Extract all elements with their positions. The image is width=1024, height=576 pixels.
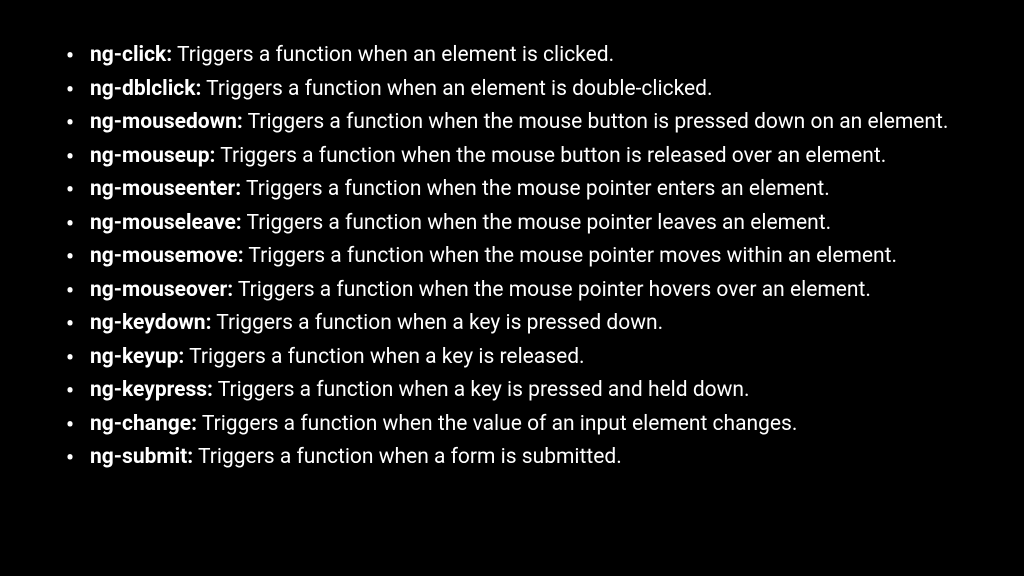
directive-description: Triggers a function when the mouse point… (241, 177, 830, 201)
list-item: ng-mouseover: Triggers a function when t… (60, 275, 974, 307)
directive-term: ng-mousedown: (90, 110, 243, 134)
list-item: ng-mouseleave: Triggers a function when … (60, 208, 974, 240)
list-item: ng-click: Triggers a function when an el… (60, 40, 974, 72)
directive-term: ng-dblclick: (90, 77, 201, 101)
directive-description: Triggers a function when a key is releas… (184, 345, 584, 369)
directive-term: ng-mouseenter: (90, 177, 241, 201)
directive-description: Triggers a function when the mouse point… (233, 278, 871, 302)
directive-description: Triggers a function when a key is presse… (213, 378, 750, 402)
directive-term: ng-keyup: (90, 345, 184, 369)
list-item: ng-mouseenter: Triggers a function when … (60, 174, 974, 206)
directive-term: ng-click: (90, 43, 172, 67)
directive-term: ng-submit: (90, 445, 193, 469)
directive-description: Triggers a function when the mouse point… (244, 244, 897, 268)
directive-list: ng-click: Triggers a function when an el… (60, 40, 974, 474)
list-item: ng-mousemove: Triggers a function when t… (60, 241, 974, 273)
list-item: ng-keyup: Triggers a function when a key… (60, 342, 974, 374)
directive-description: Triggers a function when the mouse butto… (243, 110, 949, 134)
directive-description: Triggers a function when an element is c… (172, 43, 614, 67)
directive-description: Triggers a function when the mouse point… (242, 211, 831, 235)
directive-term: ng-mouseup: (90, 144, 215, 168)
directive-term: ng-mouseleave: (90, 211, 242, 235)
list-item: ng-submit: Triggers a function when a fo… (60, 442, 974, 474)
list-item: ng-change: Triggers a function when the … (60, 409, 974, 441)
list-item: ng-mousedown: Triggers a function when t… (60, 107, 974, 139)
list-item: ng-keypress: Triggers a function when a … (60, 375, 974, 407)
directive-term: ng-change: (90, 412, 197, 436)
directive-description: Triggers a function when a key is presse… (212, 311, 664, 335)
directive-description: Triggers a function when the value of an… (197, 412, 797, 436)
directive-term: ng-keypress: (90, 378, 213, 402)
list-item: ng-keydown: Triggers a function when a k… (60, 308, 974, 340)
directive-term: ng-mouseover: (90, 278, 233, 302)
directive-term: ng-keydown: (90, 311, 212, 335)
list-item: ng-dblclick: Triggers a function when an… (60, 74, 974, 106)
list-item: ng-mouseup: Triggers a function when the… (60, 141, 974, 173)
directive-description: Triggers a function when a form is submi… (193, 445, 622, 469)
directive-description: Triggers a function when an element is d… (201, 77, 712, 101)
directive-description: Triggers a function when the mouse butto… (215, 144, 886, 168)
directive-term: ng-mousemove: (90, 244, 244, 268)
